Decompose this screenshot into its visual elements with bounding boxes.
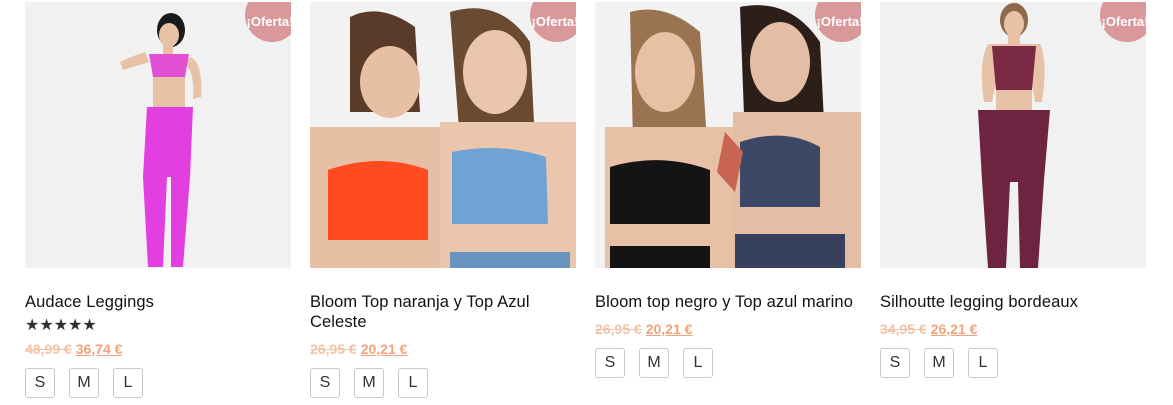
size-l-button[interactable]: L xyxy=(398,368,428,398)
old-price: 26,95 € xyxy=(310,341,357,357)
price: 34,95 €26,21 € xyxy=(880,320,1146,338)
size-m-button[interactable]: M xyxy=(354,368,384,398)
woman-bordeaux-leggings-photo xyxy=(880,2,1146,268)
size-options: S M L xyxy=(25,368,291,398)
woman-pink-leggings-photo xyxy=(25,2,291,268)
sale-price: 26,21 € xyxy=(930,321,978,337)
product-image[interactable]: ¡Oferta! xyxy=(25,2,291,268)
price: 26,95 €20,21 € xyxy=(595,320,861,338)
size-options: S M L xyxy=(880,348,1146,378)
sale-price: 36,74 € xyxy=(75,341,123,357)
size-options: S M L xyxy=(595,348,861,378)
size-l-button[interactable]: L xyxy=(968,348,998,378)
product-title[interactable]: Audace Leggings xyxy=(25,292,291,312)
size-l-button[interactable]: L xyxy=(683,348,713,378)
product-card[interactable]: ¡Oferta! Bloom top negro y Top azul mari… xyxy=(595,0,861,378)
size-s-button[interactable]: S xyxy=(25,368,55,398)
price: 48,99 €36,74 € xyxy=(25,340,291,358)
two-women-black-navy-tops-photo xyxy=(595,2,861,268)
product-image[interactable]: ¡Oferta! xyxy=(310,2,576,268)
product-grid: ¡Oferta! Audace Leggings ★★★★★ 48,99 €36… xyxy=(0,0,1173,405)
product-image[interactable]: ¡Oferta! xyxy=(595,2,861,268)
price: 26,95 €20,21 € xyxy=(310,340,576,358)
sale-price: 20,21 € xyxy=(645,321,693,337)
product-title[interactable]: Silhoutte legging bordeaux xyxy=(880,292,1146,312)
product-card[interactable]: ¡Oferta! Audace Leggings ★★★★★ 48,99 €36… xyxy=(25,0,291,398)
product-image[interactable]: ¡Oferta! xyxy=(880,2,1146,268)
old-price: 48,99 € xyxy=(25,341,72,357)
old-price: 34,95 € xyxy=(880,321,927,337)
size-m-button[interactable]: M xyxy=(924,348,954,378)
product-card[interactable]: ¡Oferta! Silhoutte legging bordeaux 34,9… xyxy=(880,0,1146,378)
size-s-button[interactable]: S xyxy=(880,348,910,378)
product-card[interactable]: ¡Oferta! Bloom Top naranja y Top Azul Ce… xyxy=(310,0,576,398)
size-s-button[interactable]: S xyxy=(595,348,625,378)
size-options: S M L xyxy=(310,368,576,398)
size-m-button[interactable]: M xyxy=(639,348,669,378)
rating-stars: ★★★★★ xyxy=(25,317,97,334)
size-m-button[interactable]: M xyxy=(69,368,99,398)
old-price: 26,95 € xyxy=(595,321,642,337)
sale-price: 20,21 € xyxy=(360,341,408,357)
size-l-button[interactable]: L xyxy=(113,368,143,398)
two-women-orange-blue-tops-photo xyxy=(310,2,576,268)
product-title[interactable]: Bloom top negro y Top azul marino xyxy=(595,292,861,312)
product-title[interactable]: Bloom Top naranja y Top Azul Celeste xyxy=(310,292,576,332)
size-s-button[interactable]: S xyxy=(310,368,340,398)
